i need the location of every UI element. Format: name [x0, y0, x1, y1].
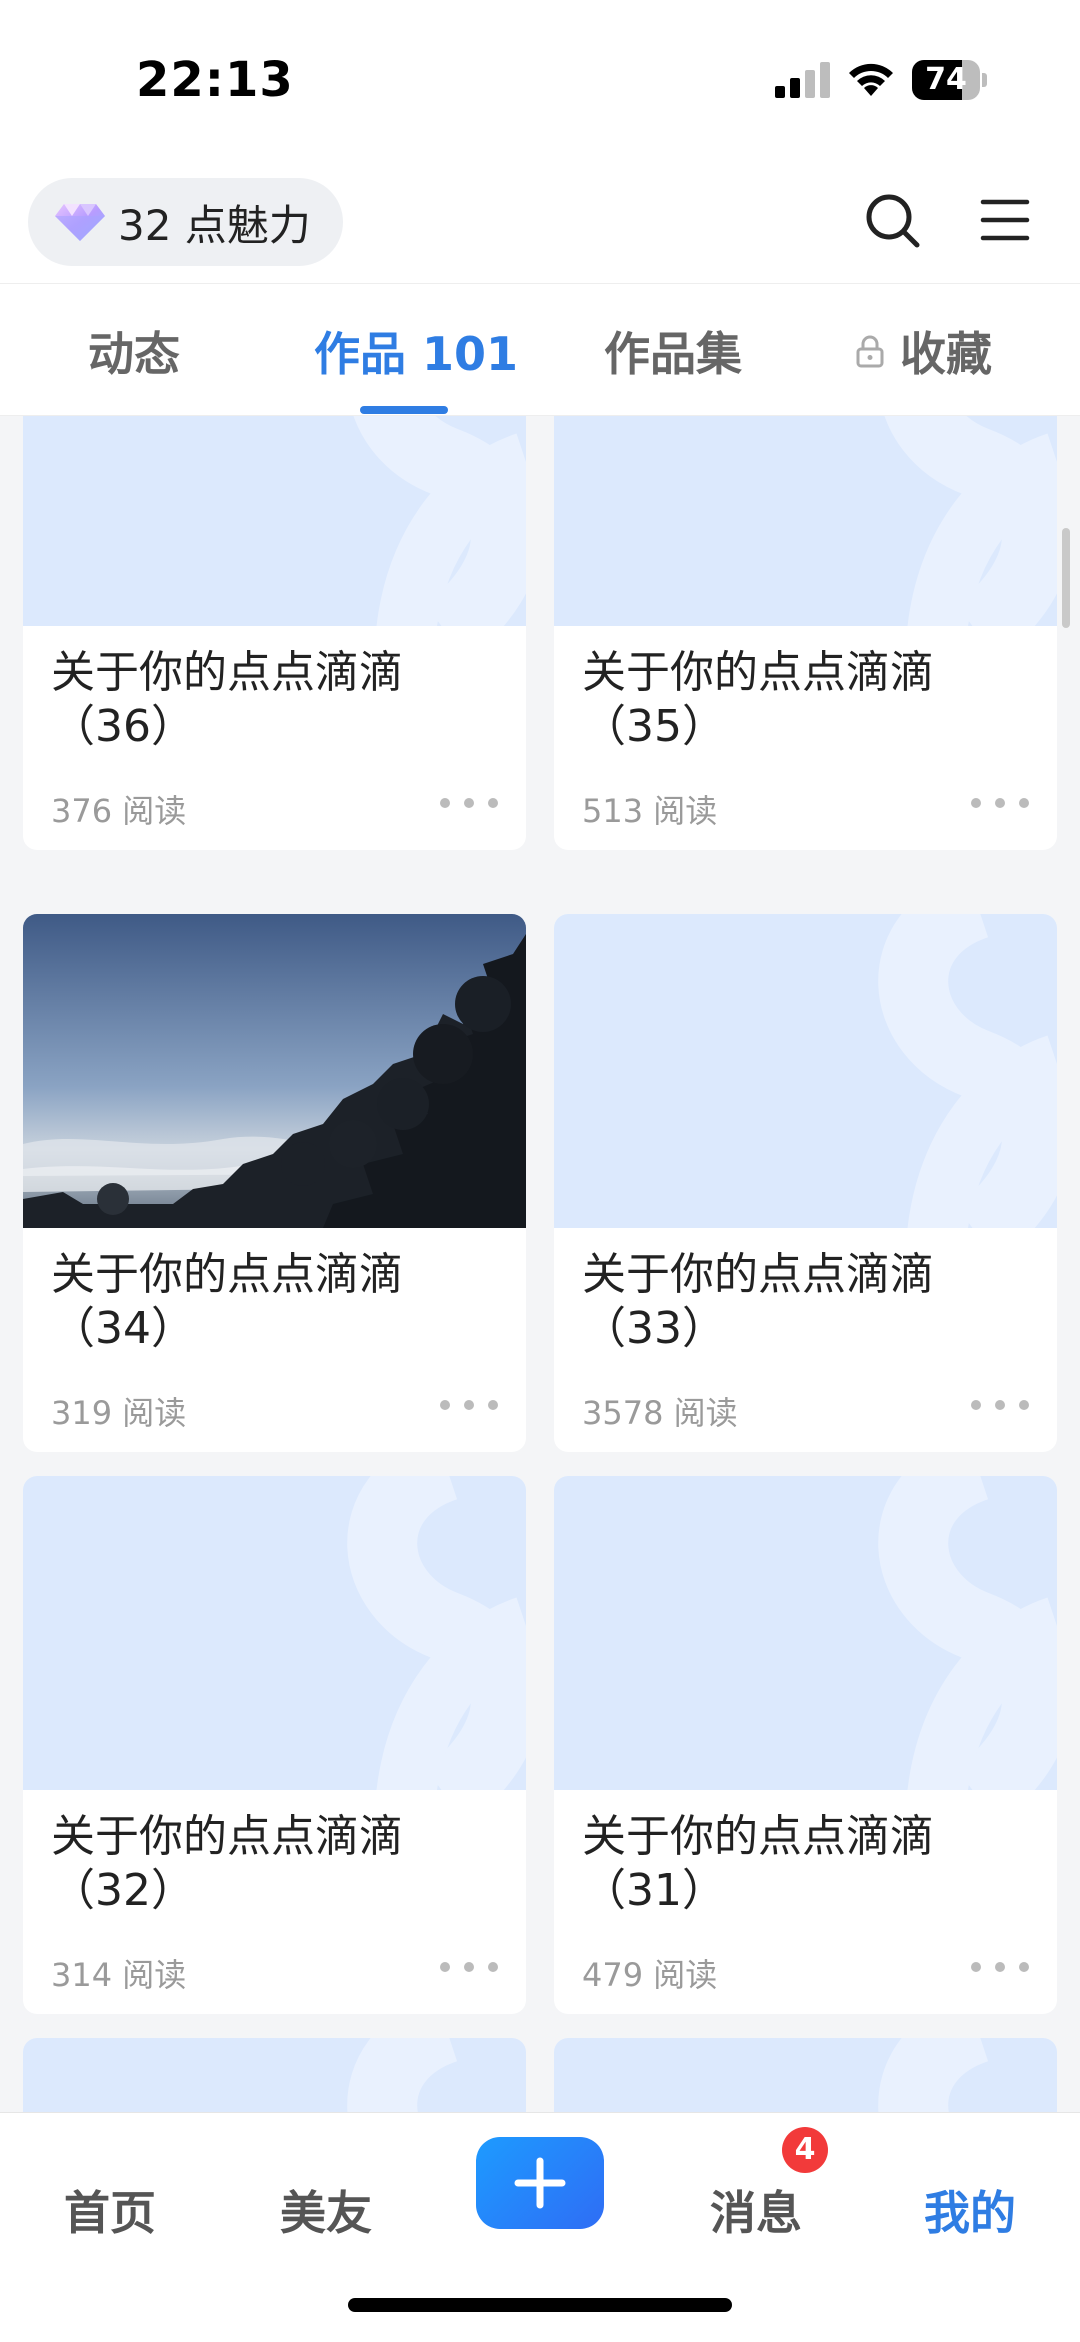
create-post-button[interactable]	[476, 2137, 604, 2229]
profile-top-bar: 32 点魅力	[0, 160, 1080, 284]
work-card[interactable]: 关于你的点点滴滴（32） 314 阅读	[23, 1476, 526, 2014]
tab-favorites-label: 收藏	[900, 327, 992, 381]
app-logo-watermark	[884, 416, 1057, 626]
more-options-icon[interactable]	[969, 1398, 1031, 1412]
status-bar: 22:13 74	[0, 0, 1080, 160]
nav-messages[interactable]: 消息	[710, 2177, 802, 2243]
work-card[interactable]: 关于你的点点滴滴（31） 479 阅读	[554, 1476, 1057, 2014]
work-reads: 3578 阅读	[582, 1394, 738, 1432]
work-reads: 513 阅读	[582, 792, 718, 830]
work-thumbnail-placeholder	[23, 2038, 526, 2112]
work-thumbnail-placeholder	[23, 1476, 526, 1790]
more-options-icon[interactable]	[969, 1960, 1031, 1974]
app-logo-watermark	[878, 914, 1057, 1228]
work-thumbnail-placeholder	[554, 914, 1057, 1228]
work-card[interactable]: 关于你的点点滴滴（36） 376 阅读	[23, 416, 526, 850]
gem-icon	[55, 204, 105, 241]
messages-badge: 4	[782, 2127, 828, 2173]
more-options-icon[interactable]	[438, 796, 500, 810]
work-thumbnail-placeholder	[23, 416, 526, 626]
work-title: 关于你的点点滴滴（32）	[51, 1811, 403, 1916]
work-thumbnail-photo	[23, 914, 526, 1228]
active-tab-indicator	[360, 406, 448, 414]
app-logo-watermark	[878, 1476, 1057, 1790]
scrollbar-thumb[interactable]	[1062, 528, 1070, 628]
tab-favorites[interactable]: 收藏	[856, 318, 992, 384]
nav-friends[interactable]: 美友	[280, 2177, 372, 2243]
status-time: 22:13	[136, 52, 294, 108]
work-card-partial[interactable]	[554, 2038, 1057, 2112]
screen: 22:13 74 32 点魅力 动态 作品 101 作品集 收藏 关于你的点点滴…	[0, 0, 1080, 2342]
lock-icon	[856, 335, 884, 368]
work-title: 关于你的点点滴滴（35）	[582, 647, 934, 752]
tab-collections[interactable]: 作品集	[604, 318, 742, 384]
work-title: 关于你的点点滴滴（31）	[582, 1811, 934, 1916]
work-reads: 314 阅读	[51, 1956, 187, 1994]
work-card[interactable]: 关于你的点点滴滴（34） 319 阅读	[23, 914, 526, 1452]
work-reads: 376 阅读	[51, 792, 187, 830]
profile-tab-bar: 动态 作品 101 作品集 收藏	[0, 284, 1080, 416]
app-logo-watermark	[347, 2038, 459, 2112]
app-logo-watermark	[353, 416, 526, 626]
work-title: 关于你的点点滴滴（36）	[51, 647, 403, 752]
work-thumbnail-placeholder	[554, 2038, 1057, 2112]
charm-points-button[interactable]: 32 点魅力	[28, 178, 343, 266]
nav-me[interactable]: 我的	[924, 2177, 1016, 2243]
search-icon[interactable]	[862, 190, 922, 250]
work-thumbnail-placeholder	[554, 416, 1057, 626]
work-card-partial[interactable]	[23, 2038, 526, 2112]
work-title: 关于你的点点滴滴（33）	[582, 1249, 934, 1354]
battery-level: 74	[925, 62, 967, 97]
home-indicator[interactable]	[348, 2298, 732, 2312]
more-options-icon[interactable]	[438, 1398, 500, 1412]
signal-icon	[775, 62, 830, 98]
nav-home[interactable]: 首页	[64, 2177, 156, 2243]
app-logo-watermark	[878, 2038, 990, 2112]
work-title: 关于你的点点滴滴（34）	[51, 1249, 403, 1354]
more-options-icon[interactable]	[438, 1960, 500, 1974]
work-card[interactable]: 关于你的点点滴滴（33） 3578 阅读	[554, 914, 1057, 1452]
work-card[interactable]: 关于你的点点滴滴（35） 513 阅读	[554, 416, 1057, 850]
work-thumbnail-placeholder	[554, 1476, 1057, 1790]
tab-dynamics[interactable]: 动态	[88, 318, 180, 384]
work-reads: 319 阅读	[51, 1394, 187, 1432]
work-reads: 479 阅读	[582, 1956, 718, 1994]
battery-indicator: 74	[912, 60, 987, 100]
more-options-icon[interactable]	[969, 796, 1031, 810]
app-logo-watermark	[347, 1476, 526, 1790]
works-grid: 关于你的点点滴滴（36） 376 阅读 关于你的点点滴滴（35） 513 阅读	[0, 416, 1080, 2112]
plus-icon	[514, 2157, 566, 2209]
tab-works[interactable]: 作品 101	[314, 318, 518, 384]
sky-trees-photo	[23, 914, 526, 1228]
wifi-icon	[849, 63, 893, 96]
charm-points-label: 32 点魅力	[118, 200, 311, 250]
menu-icon[interactable]	[980, 198, 1030, 242]
